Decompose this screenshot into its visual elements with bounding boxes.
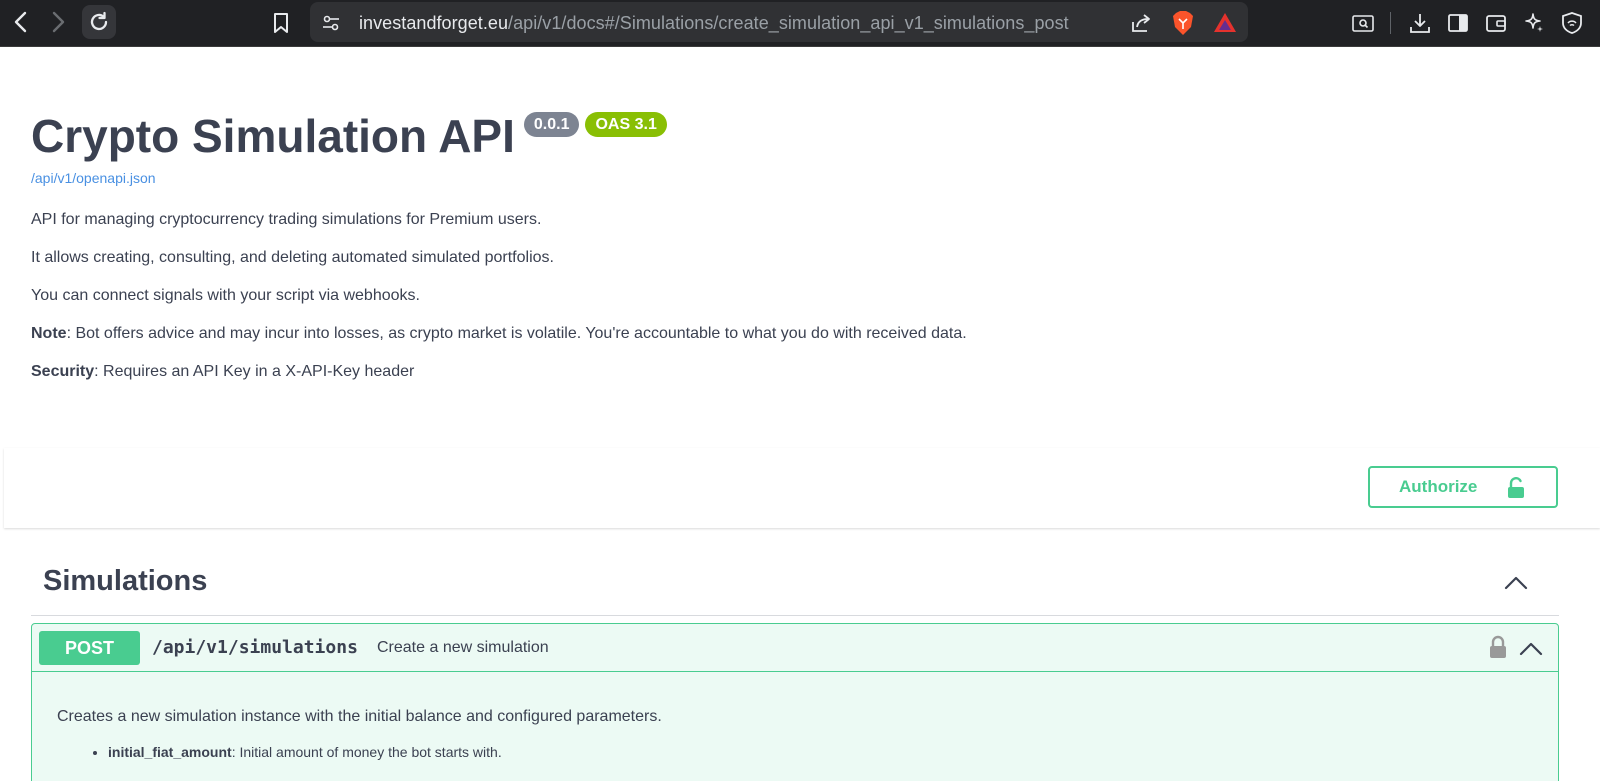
url-path: /api/v1/docs#/Simulations/create_simulat…	[508, 13, 1069, 33]
description-line-3: You can connect signals with your script…	[31, 287, 420, 304]
list-item: initial_fiat_amount: Initial amount of m…	[108, 744, 662, 760]
wallet-icon	[1486, 15, 1506, 32]
vpn-icon	[1562, 12, 1582, 34]
brave-rewards-button[interactable]	[1212, 10, 1238, 36]
leo-ai-button[interactable]	[1519, 8, 1549, 38]
openapi-spec-link[interactable]: /api/v1/openapi.json	[31, 170, 1571, 186]
api-description: API for managing cryptocurrency trading …	[31, 210, 1571, 382]
param-text: : Initial amount of money the bot starts…	[231, 744, 502, 760]
authorize-label: Authorize	[1399, 477, 1478, 496]
toolbar-separator	[1390, 12, 1391, 34]
reload-icon	[90, 11, 108, 31]
reload-button[interactable]	[82, 5, 116, 39]
scheme-container	[4, 448, 1600, 528]
bookmark-button[interactable]	[266, 8, 296, 38]
security-line: Security: Requires an API Key in a X-API…	[31, 362, 1571, 382]
oas-badge: OAS 3.1	[585, 112, 667, 137]
opblock-post-simulations: POST /api/v1/simulations Create a new si…	[31, 623, 1559, 781]
sidebar-button[interactable]	[1443, 8, 1473, 38]
chevron-up-icon[interactable]	[1503, 572, 1529, 592]
operation-body: Creates a new simulation instance with t…	[57, 708, 662, 760]
back-button[interactable]	[6, 7, 36, 37]
url-text[interactable]: investandforget.eu/api/v1/docs#/Simulati…	[359, 13, 1069, 34]
param-name: initial_fiat_amount	[108, 744, 232, 760]
api-info: Crypto Simulation API 0.0.1 OAS 3.1 /api…	[31, 100, 1571, 382]
tag-simulations[interactable]: Simulations	[31, 562, 1559, 616]
brave-shields-button[interactable]	[1170, 10, 1196, 36]
site-info-icon	[323, 15, 339, 31]
note-line: Note: Bot offers advice and may incur in…	[31, 324, 1571, 344]
operation-summary: Create a new simulation	[377, 639, 549, 656]
version-badge: 0.0.1	[523, 112, 580, 137]
site-info-button[interactable]	[320, 12, 342, 34]
security-text: : Requires an API Key in a X-API-Key hea…	[94, 363, 415, 380]
opblock-summary[interactable]: POST /api/v1/simulations Create a new si…	[32, 624, 1558, 672]
security-label: Security	[31, 363, 95, 380]
sidebar-icon	[1448, 14, 1468, 32]
method-badge: POST	[39, 631, 140, 665]
leo-ai-icon	[1525, 13, 1543, 32]
share-icon	[1132, 14, 1150, 32]
authorize-button[interactable]: Authorize	[1368, 466, 1558, 508]
operation-path: /api/v1/simulations	[152, 637, 358, 658]
forward-icon	[52, 11, 65, 33]
tag-title: Simulations	[43, 565, 208, 597]
description-line-2: It allows creating, consulting, and dele…	[31, 249, 554, 266]
api-title: Crypto Simulation API	[31, 110, 515, 162]
description-line-1: API for managing cryptocurrency trading …	[31, 211, 542, 228]
download-button[interactable]	[1405, 8, 1435, 38]
parameter-list: initial_fiat_amount: Initial amount of m…	[108, 744, 662, 760]
address-bar[interactable]: investandforget.eu/api/v1/docs#/Simulati…	[310, 2, 1248, 42]
lock-icon[interactable]	[1488, 635, 1508, 659]
download-icon	[1410, 14, 1430, 33]
chevron-up-icon[interactable]	[1518, 638, 1544, 658]
bookmark-icon	[274, 13, 288, 33]
forward-button[interactable]	[43, 7, 73, 37]
lock-icon	[1508, 477, 1524, 498]
note-text: : Bot offers advice and may incur into l…	[66, 325, 967, 342]
vpn-button[interactable]	[1557, 8, 1587, 38]
operation-description: Creates a new simulation instance with t…	[57, 708, 662, 725]
search-in-page-button[interactable]	[1348, 8, 1378, 38]
brave-rewards-icon	[1214, 13, 1236, 32]
url-host: investandforget.eu	[359, 13, 509, 33]
search-in-page-icon	[1352, 15, 1374, 32]
brave-shields-icon	[1173, 11, 1193, 35]
back-icon	[14, 11, 27, 33]
share-button[interactable]	[1128, 10, 1154, 36]
browser-toolbar: investandforget.eu/api/v1/docs#/Simulati…	[0, 0, 1600, 47]
note-label: Note	[31, 325, 67, 342]
wallet-button[interactable]	[1481, 8, 1511, 38]
